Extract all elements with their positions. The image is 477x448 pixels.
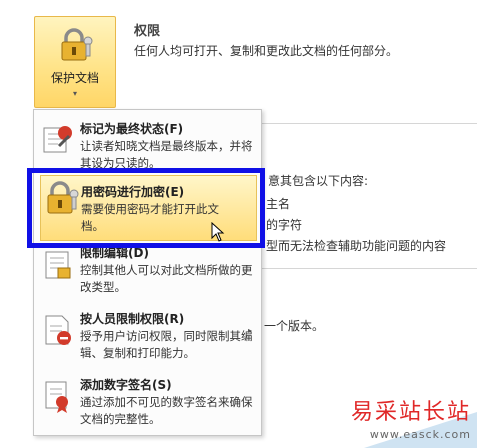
inspect-text-fragment: 意其包含以下内容: [268, 174, 369, 188]
inspect-text-fragment: 型而无法检查辅助功能问题的内容 [266, 239, 447, 253]
inspect-text-fragment: 的字符 [266, 218, 303, 232]
restrict-permission-icon [45, 315, 71, 345]
menu-item-restrict-permission[interactable]: 按人员限制权限(R) 授予用户访问权限，同时限制其编辑、复制和打印能力。 ▸ [34, 306, 261, 368]
menu-item-desc: 控制其他人可以对此文档所做的更改类型。 [80, 263, 253, 294]
mark-final-icon [43, 126, 72, 153]
menu-item-title: 添加数字签名(S) [80, 378, 172, 392]
protect-document-button[interactable]: 保护文档 ▾ [34, 16, 116, 108]
chevron-down-icon: ▾ [72, 89, 77, 98]
selection-highlight-box [27, 168, 265, 248]
protect-document-menu: 标记为最终状态(F) 让读者知晓文档是最终版本，并将其设为只读的。 限制编辑(D… [33, 109, 262, 436]
lock-key-icon [61, 28, 93, 61]
menu-item-digital-signature[interactable]: 添加数字签名(S) 通过添加不可见的数字签名来确保文档的完整性。 [34, 372, 261, 432]
restrict-editing-icon [45, 251, 71, 279]
watermark-url: www.easck.com [369, 428, 471, 441]
menu-item-title: 标记为最终状态(F) [80, 122, 184, 136]
permission-description: 任何人均可打开、复制和更改此文档的任何部分。 [134, 44, 399, 58]
protect-document-label: 保护文档 [50, 71, 99, 85]
menu-item-title: 按人员限制权限(R) [80, 312, 185, 326]
watermark-text: 易采站长站 [350, 400, 471, 425]
permission-title: 权限 [134, 24, 161, 39]
submenu-arrow-icon: ▸ [247, 326, 252, 335]
menu-item-desc: 授予用户访问权限，同时限制其编辑、复制和打印能力。 [80, 329, 253, 360]
menu-item-restrict-editing[interactable]: 限制编辑(D) 控制其他人可以对此文档所做的更改类型。 [34, 240, 261, 300]
menu-item-desc: 让读者知晓文档是最终版本，并将其设为只读的。 [80, 139, 253, 170]
inspect-text-fragment: 主名 [266, 197, 291, 211]
digital-signature-icon [45, 381, 68, 413]
menu-item-desc: 通过添加不可见的数字签名来确保文档的完整性。 [80, 395, 253, 426]
versions-text-fragment: 一个版本。 [264, 319, 325, 333]
section-divider [262, 268, 477, 269]
menu-item-mark-final[interactable]: 标记为最终状态(F) 让读者知晓文档是最终版本，并将其设为只读的。 [34, 116, 261, 176]
